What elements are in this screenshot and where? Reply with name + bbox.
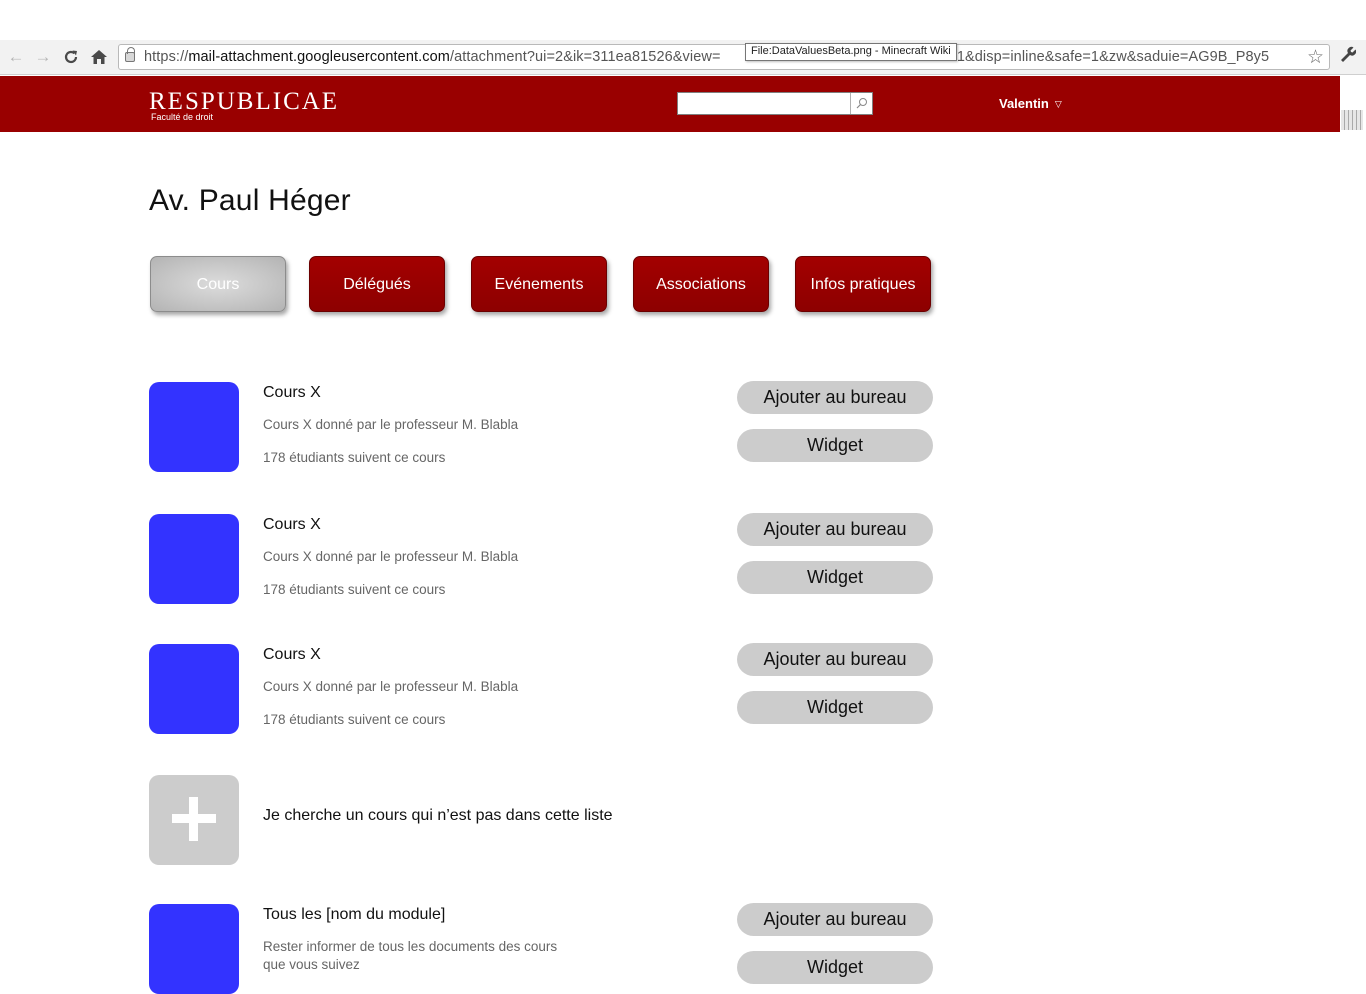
add-to-desktop-button[interactable]: Ajouter au bureau — [737, 513, 933, 546]
widget-button[interactable]: Widget — [737, 691, 933, 724]
chevron-down-icon: ▽ — [1054, 99, 1062, 109]
module-description: Rester informer de tous les documents de… — [263, 938, 557, 974]
wrench-icon[interactable] — [1338, 45, 1357, 68]
site-header: RESPUBLICAE Faculté de droit Valentin ▽ — [0, 76, 1340, 132]
add-to-desktop-button[interactable]: Ajouter au bureau — [737, 903, 933, 936]
add-course-label[interactable]: Je cherche un cours qui n’est pas dans c… — [263, 807, 613, 825]
module-item: Tous les [nom du module] Rester informer… — [149, 903, 939, 994]
course-student-count: 178 étudiants suivent ce cours — [263, 582, 446, 597]
course-thumbnail[interactable] — [149, 382, 239, 472]
link-tooltip: File:DataValuesBeta.png - Minecraft Wiki — [745, 43, 957, 61]
module-description-line: que vous suivez — [263, 957, 360, 972]
tab-infos-pratiques[interactable]: Infos pratiques — [795, 256, 931, 312]
home-icon[interactable] — [88, 46, 110, 68]
site-search — [677, 92, 873, 115]
search-button[interactable] — [850, 93, 872, 114]
plus-icon — [172, 797, 216, 841]
user-menu[interactable]: Valentin ▽ — [999, 96, 1062, 111]
back-icon[interactable]: ← — [5, 46, 27, 68]
course-item: Cours X Cours X donné par le professeur … — [149, 643, 939, 736]
course-student-count: 178 étudiants suivent ce cours — [263, 712, 446, 727]
add-course-button[interactable] — [149, 775, 239, 865]
tab-associations[interactable]: Associations — [633, 256, 769, 312]
tab-delegues[interactable]: Délégués — [309, 256, 445, 312]
widget-button[interactable]: Widget — [737, 951, 933, 984]
search-input[interactable] — [678, 93, 850, 114]
course-description: Cours X donné par le professeur M. Blabl… — [263, 417, 519, 432]
url-host: mail-attachment.googleusercontent.com — [188, 49, 450, 65]
star-icon[interactable]: ☆ — [1307, 46, 1324, 69]
search-icon — [856, 98, 867, 109]
course-title[interactable]: Cours X — [263, 384, 321, 402]
add-to-desktop-button[interactable]: Ajouter au bureau — [737, 381, 933, 414]
tab-evenements[interactable]: Evénements — [471, 256, 607, 312]
url-scheme: https:// — [144, 49, 189, 65]
lock-icon — [125, 47, 135, 62]
course-student-count: 178 étudiants suivent ce cours — [263, 450, 446, 465]
course-title[interactable]: Cours X — [263, 646, 321, 664]
user-name: Valentin — [999, 96, 1049, 111]
course-item: Cours X Cours X donné par le professeur … — [149, 381, 939, 474]
page-title: Av. Paul Héger — [149, 184, 351, 218]
site-logo-subtitle: Faculté de droit — [151, 112, 214, 122]
course-thumbnail[interactable] — [149, 644, 239, 734]
module-description-line: Rester informer de tous les documents de… — [263, 939, 558, 954]
forward-icon[interactable]: → — [32, 46, 54, 68]
course-description: Cours X donné par le professeur M. Blabl… — [263, 549, 519, 564]
scrollbar-thumb[interactable] — [1341, 110, 1363, 130]
window-top-area — [0, 0, 1366, 40]
course-item: Cours X Cours X donné par le professeur … — [149, 513, 939, 606]
course-thumbnail[interactable] — [149, 514, 239, 604]
course-title[interactable]: Cours X — [263, 516, 321, 534]
course-description: Cours X donné par le professeur M. Blabl… — [263, 679, 519, 694]
address-bar[interactable]: https://mail-attachment.googleuserconten… — [118, 44, 1330, 70]
add-course-item: Je cherche un cours qui n’est pas dans c… — [149, 775, 939, 867]
url-tail: 0.1&disp=inline&safe=1&zw&saduie=AG9B_P8… — [944, 49, 1270, 65]
add-to-desktop-button[interactable]: Ajouter au bureau — [737, 643, 933, 676]
url-path: /attachment?ui=2&ik=311ea81526&view= — [449, 49, 721, 65]
widget-button[interactable]: Widget — [737, 561, 933, 594]
reload-icon[interactable] — [60, 46, 82, 68]
browser-toolbar: ← → https://mail-attachment.googleuserco… — [0, 40, 1366, 75]
url-text[interactable]: https://mail-attachment.googleuserconten… — [144, 49, 1304, 65]
module-title[interactable]: Tous les [nom du module] — [263, 906, 445, 924]
widget-button[interactable]: Widget — [737, 429, 933, 462]
tab-cours[interactable]: Cours — [150, 256, 286, 312]
module-thumbnail[interactable] — [149, 904, 239, 994]
